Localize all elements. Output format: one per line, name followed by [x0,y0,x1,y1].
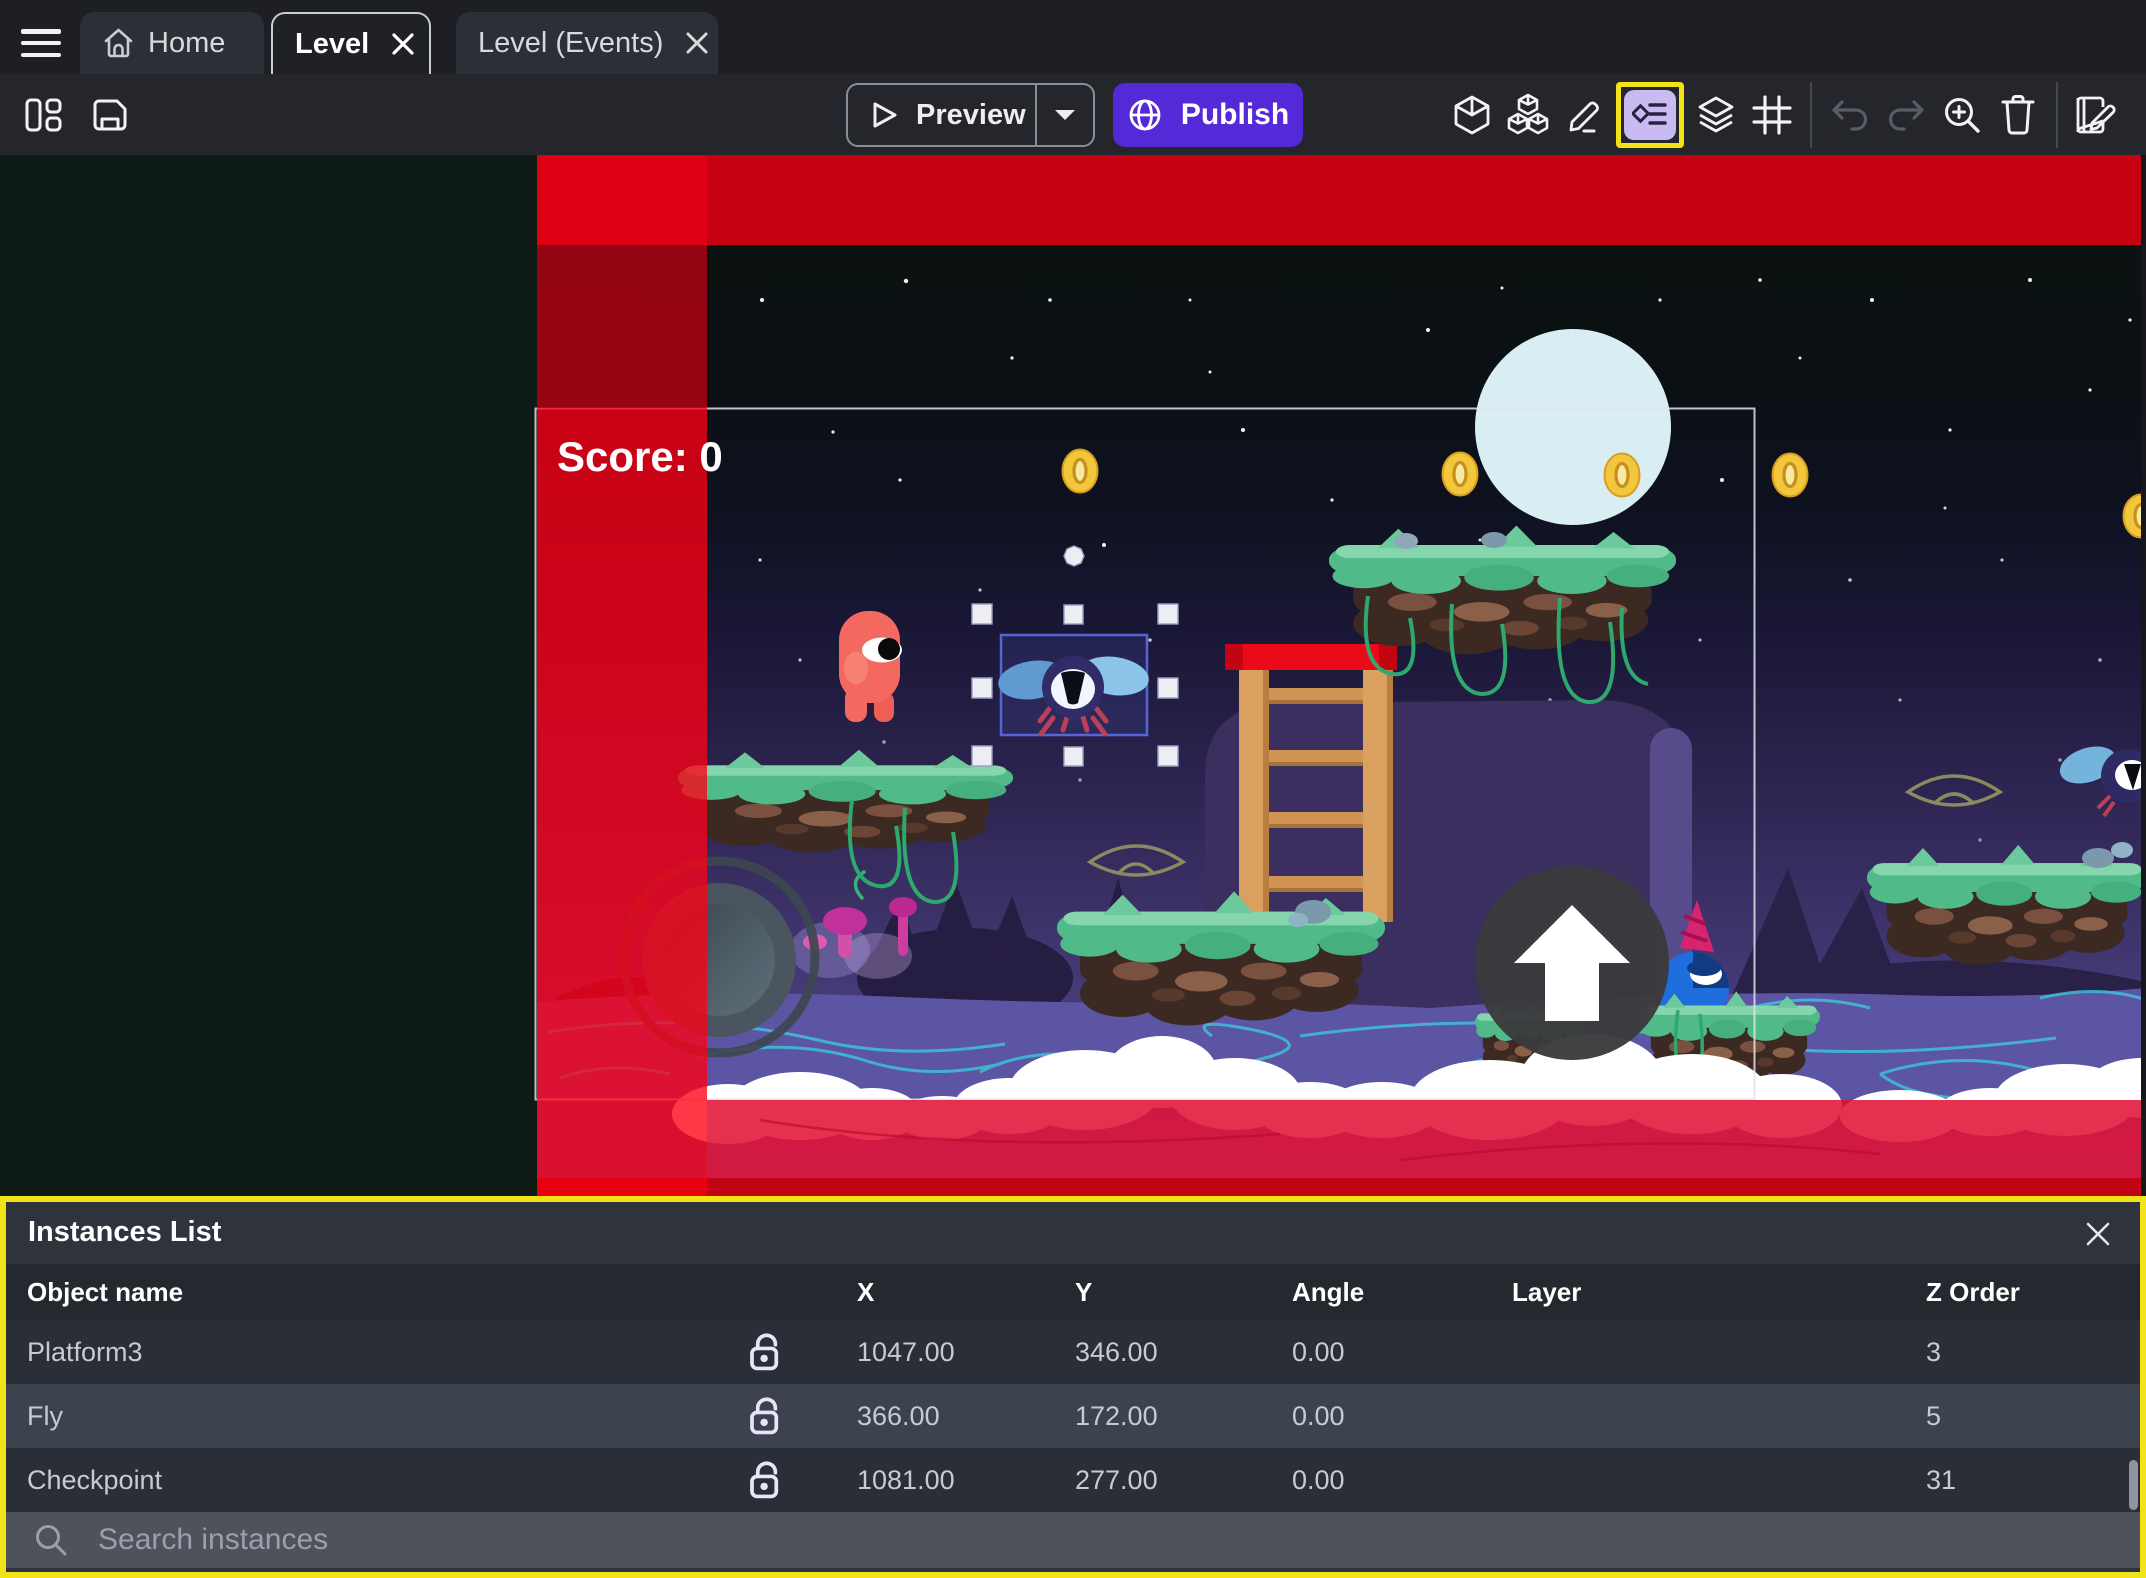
table-header-row: Object name X Y Angle Layer Z Order [6,1264,2140,1320]
table-row[interactable]: Checkpoint 1081.00 277.00 0.00 31 [6,1448,2140,1512]
trash-icon[interactable] [1990,83,2046,147]
instance-name: Fly [27,1400,63,1431]
tab-home-label: Home [148,26,226,59]
tab-level-events-label: Level (Events) [478,26,664,59]
tab-level-label: Level [295,27,370,60]
preview-button[interactable]: Preview [846,83,1095,147]
search-instances-input[interactable] [98,1523,1598,1557]
lock-open-icon[interactable] [744,1448,790,1512]
tab-home[interactable]: Home [80,12,264,74]
lock-open-icon[interactable] [744,1384,790,1448]
save-icon[interactable] [91,97,129,133]
tab-level[interactable]: Level [271,12,431,74]
game-scene: Score: 0 [534,155,2146,1196]
publish-button[interactable]: Publish [1113,83,1303,147]
instance-y: 172.00 [1075,1400,1158,1431]
instance-angle: 0.00 [1292,1464,1345,1495]
toolbar-separator [2056,81,2058,148]
menu-icon[interactable] [21,29,61,57]
moon [1475,329,1671,525]
preview-dropdown[interactable] [1035,85,1093,145]
scene-canvas[interactable]: Score: 0 22;723 [0,155,2146,1337]
edit-scene-icon[interactable] [1556,83,1612,147]
column-y[interactable]: Y [1075,1264,1092,1320]
selected-instance[interactable] [996,633,1152,737]
instance-angle: 0.00 [1292,1400,1345,1431]
column-angle[interactable]: Angle [1292,1264,1364,1320]
3d-box-icon[interactable] [1444,83,1500,147]
panel-scrollbar[interactable] [2129,1460,2138,1510]
tab-level-events[interactable]: Level (Events) [456,12,718,74]
redo-icon[interactable] [1878,83,1934,147]
play-icon [873,102,897,128]
jump-button[interactable] [1475,866,1669,1060]
search-bar [6,1512,2140,1568]
column-x[interactable]: X [857,1264,874,1320]
zoom-in-icon[interactable] [1934,83,1990,147]
instance-angle: 0.00 [1292,1336,1345,1367]
table-row[interactable]: Platform3 1047.00 346.00 0.00 3 [6,1320,2140,1384]
home-icon [104,28,133,58]
tab-bar: Home Level Level (Events) [0,0,2146,74]
instance-y: 346.00 [1075,1336,1158,1367]
instance-y: 277.00 [1075,1464,1158,1495]
instances-list-highlight [1616,81,1684,148]
instance-z-order: 3 [1926,1336,1942,1367]
gdevelop-editor: Home Level Level (Events) Preview Publis… [0,0,2146,1578]
publish-label: Publish [1180,98,1290,131]
layers-icon[interactable] [1688,83,1744,147]
close-icon [2086,1222,2110,1246]
toolbar: Preview Publish [0,74,2146,155]
caret-down-icon [1055,110,1075,120]
column-layer[interactable]: Layer [1512,1264,1581,1320]
tab-level-close-icon[interactable] [390,31,416,57]
globe-icon [1129,99,1161,131]
lock-open-icon[interactable] [744,1320,790,1384]
edit-properties-icon[interactable] [2068,83,2124,147]
instance-x: 366.00 [857,1400,940,1431]
panel-header: Instances List [6,1202,2140,1264]
instance-name: Platform3 [27,1336,143,1367]
table-row-selected[interactable]: Fly 366.00 172.00 0.00 5 [6,1384,2140,1448]
instances-list-panel: Instances List Object name X Y Angle Lay… [0,1196,2146,1578]
instance-x: 1081.00 [857,1464,955,1495]
grid-icon[interactable] [1744,83,1800,147]
tab-level-events-close-icon[interactable] [684,30,710,56]
search-icon [36,1525,67,1556]
objects-icon[interactable] [1500,83,1556,147]
instance-name: Checkpoint [27,1464,163,1495]
column-object-name[interactable]: Object name [27,1264,183,1320]
panel-close-button[interactable] [2080,1216,2116,1252]
preview-label: Preview [916,98,1026,131]
score-text: Score: 0 [557,433,723,480]
instance-x: 1047.00 [857,1336,955,1367]
instance-z-order: 5 [1926,1400,1942,1431]
panel-title: Instances List [28,1216,222,1248]
instance-z-order: 31 [1926,1464,1957,1495]
toolbar-separator [1810,81,1812,148]
project-manager-icon[interactable] [25,98,63,132]
undo-icon[interactable] [1822,83,1878,147]
instances-list-icon[interactable] [1624,89,1676,140]
column-z-order[interactable]: Z Order [1926,1264,2020,1320]
